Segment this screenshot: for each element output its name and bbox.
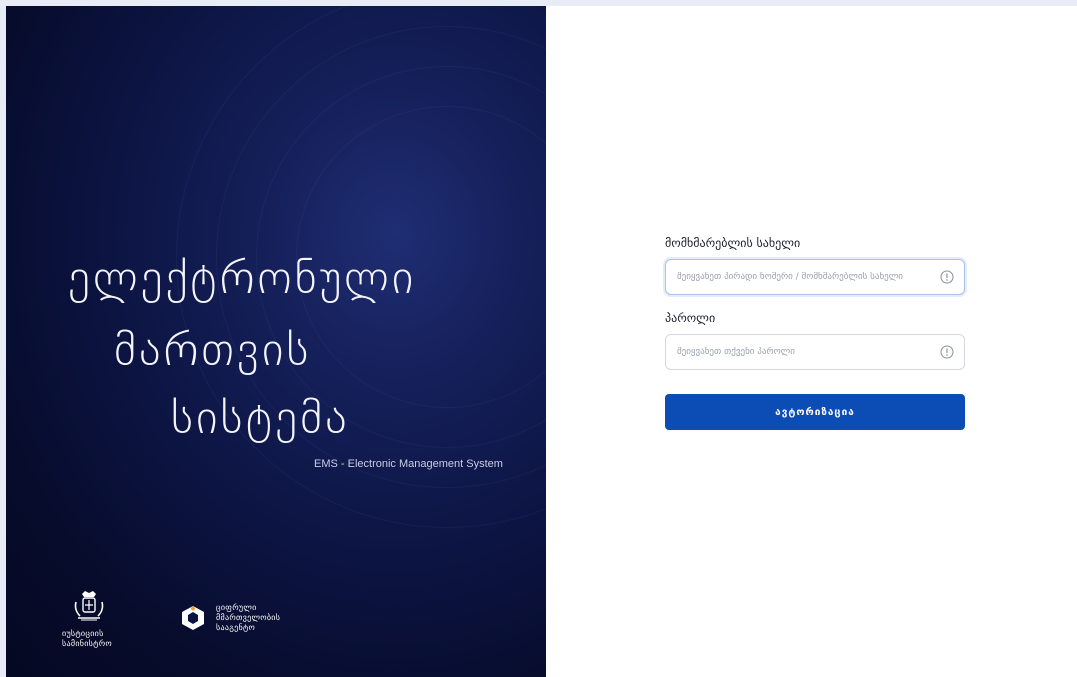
agency-name-line-3: სააგენტო [216, 623, 256, 632]
username-label: მომხმარებლის სახელი [665, 236, 801, 250]
hero-title-line-2: მართვის [114, 322, 312, 376]
agency-logo: ციფრული მმართველობის სააგენტო [180, 603, 280, 633]
agency-name-line-2: მმართველობის [216, 613, 281, 622]
hero-panel: ელექტრონული მართვის სისტემა EMS - Electr… [6, 6, 546, 677]
agency-name-line-1: ციფრული [216, 603, 257, 612]
username-field-wrapper [665, 259, 965, 295]
ministry-name-line-2: სამინისტრო [62, 639, 112, 648]
password-field-wrapper [665, 334, 965, 370]
hero-subtitle: EMS - Electronic Management System [314, 458, 503, 470]
username-input[interactable] [666, 260, 939, 294]
hero-title-line-3: სისტემა [171, 390, 350, 444]
login-button[interactable]: ავტორიზაცია [665, 394, 965, 430]
info-circle-icon [940, 345, 954, 359]
password-label: პაროლი [665, 311, 716, 325]
ministry-name-line-1: იუსტიციის [62, 629, 104, 638]
agency-logo-icon [182, 606, 204, 630]
info-circle-icon [940, 270, 954, 284]
hero-title-line-1: ელექტრონული [68, 250, 417, 304]
ministry-logo: იუსტიციის სამინისტრო [62, 590, 142, 649]
login-form: მომხმარებლის სახელი პაროლი ავტორიზაცია [665, 236, 965, 430]
coat-of-arms-icon [74, 591, 104, 621]
password-input[interactable] [666, 335, 939, 369]
